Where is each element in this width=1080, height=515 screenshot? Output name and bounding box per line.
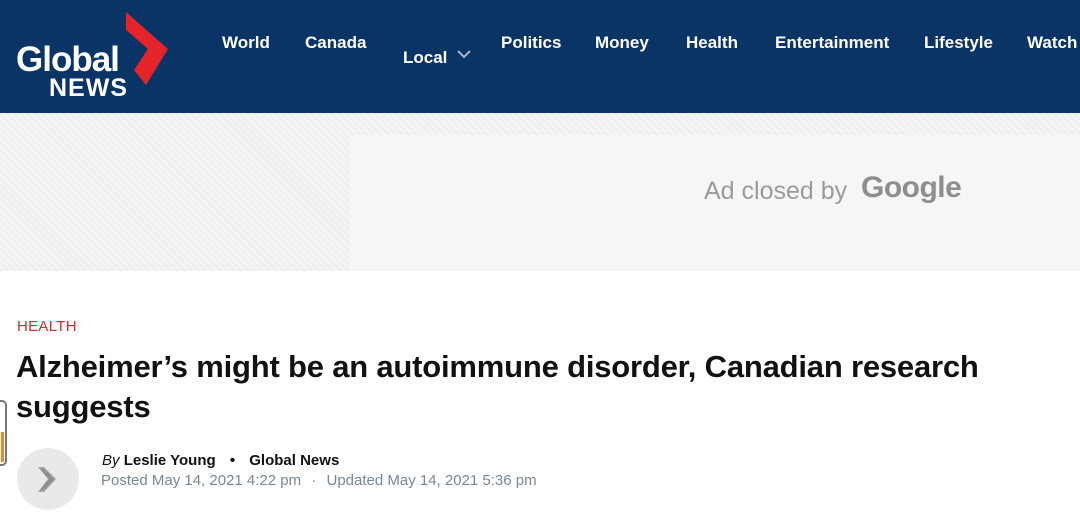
- date-separator: ·: [311, 472, 317, 489]
- side-feedback-tab[interactable]: [0, 400, 7, 466]
- source-link[interactable]: Global News: [249, 452, 339, 469]
- nav-politics[interactable]: Politics: [501, 33, 561, 53]
- by-label: By: [102, 452, 120, 469]
- nav-canada[interactable]: Canada: [305, 33, 366, 53]
- play-chevron-icon: [38, 467, 56, 492]
- nav-money[interactable]: Money: [595, 33, 649, 53]
- article-category[interactable]: HEALTH: [17, 318, 77, 335]
- site-header: Global NEWS World Canada Local Politics …: [0, 0, 1080, 113]
- nav-lifestyle[interactable]: Lifestyle: [924, 33, 993, 53]
- author-avatar[interactable]: [17, 448, 79, 510]
- nav-world[interactable]: World: [222, 33, 270, 53]
- byline: By Leslie Young • Global News: [102, 452, 339, 469]
- article-headline: Alzheimer’s might be an autoimmune disor…: [16, 349, 979, 424]
- ad-closed-text: Ad closed by: [704, 177, 848, 205]
- chevron-down-icon[interactable]: [457, 49, 471, 59]
- updated-date: Updated May 14, 2021 5:36 pm: [326, 472, 537, 489]
- google-wordmark: Google: [861, 171, 962, 204]
- logo-news-text: NEWS: [49, 74, 128, 102]
- posted-date: Posted May 14, 2021 4:22 pm: [101, 472, 302, 489]
- author-link[interactable]: Leslie Young: [124, 452, 216, 469]
- nav-entertainment[interactable]: Entertainment: [775, 33, 889, 53]
- global-news-logo[interactable]: Global NEWS: [12, 10, 177, 102]
- nav-watch[interactable]: Watch: [1027, 33, 1077, 53]
- byline-dot: •: [229, 452, 236, 469]
- nav-local[interactable]: Local: [403, 48, 447, 68]
- nav-health[interactable]: Health: [686, 33, 738, 53]
- side-tab-accent: [1, 432, 4, 462]
- article-dates: Posted May 14, 2021 4:22 pm · Updated Ma…: [101, 472, 537, 489]
- logo-chevron-icon: [126, 12, 168, 85]
